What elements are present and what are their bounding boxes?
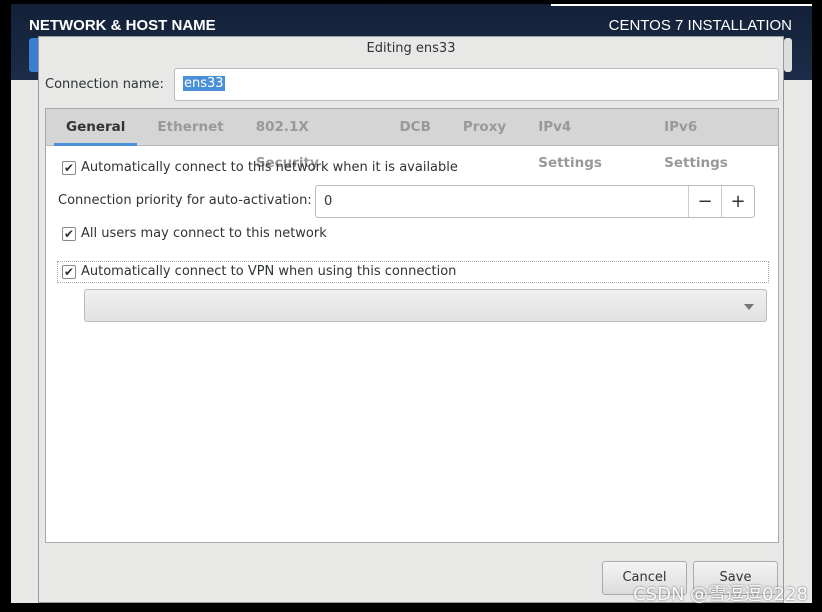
priority-value[interactable]: 0	[316, 186, 688, 217]
tab-general[interactable]: General	[54, 109, 138, 146]
auto-vpn-label: Automatically connect to VPN when using …	[81, 264, 457, 279]
vpn-select[interactable]	[84, 289, 767, 322]
settings-notebook: General Ethernet 802.1X Security DCB Pro…	[45, 108, 779, 543]
all-users-checkbox[interactable]: ✔ All users may connect to this network	[62, 226, 327, 241]
header-divider	[551, 4, 812, 6]
connection-name-label: Connection name:	[45, 77, 164, 92]
checkmark-icon: ✔	[62, 264, 76, 279]
connection-name-input[interactable]: ens33	[174, 68, 779, 101]
priority-spinbutton[interactable]: 0 − +	[315, 185, 755, 218]
tab-dcb[interactable]: DCB	[387, 109, 442, 145]
auto-vpn-checkbox[interactable]: ✔ Automatically connect to VPN when usin…	[62, 264, 456, 279]
checkmark-icon: ✔	[62, 160, 76, 175]
edit-connection-dialog: Editing ens33 Connection name: ens33 Gen…	[38, 36, 784, 603]
tab-ethernet[interactable]: Ethernet	[145, 109, 235, 145]
auto-connect-label: Automatically connect to this network wh…	[81, 160, 458, 175]
tab-bar: General Ethernet 802.1X Security DCB Pro…	[46, 109, 778, 171]
increment-button[interactable]: +	[721, 186, 754, 217]
watermark: CSDN @雪逗逗0228	[633, 584, 808, 605]
tab-proxy[interactable]: Proxy	[451, 109, 518, 145]
checkmark-icon: ✔	[62, 226, 76, 241]
tab-ipv4-settings[interactable]: IPv4 Settings	[526, 109, 644, 171]
connection-name-value: ens33	[183, 76, 225, 91]
tab-ipv6-settings[interactable]: IPv6 Settings	[652, 109, 770, 171]
dropdown-arrow-icon	[744, 304, 754, 315]
auto-connect-checkbox[interactable]: ✔ Automatically connect to this network …	[62, 160, 458, 175]
decrement-button[interactable]: −	[688, 186, 721, 217]
all-users-label: All users may connect to this network	[81, 226, 327, 241]
priority-label: Connection priority for auto-activation:	[58, 193, 312, 208]
tab-8021x-security[interactable]: 802.1X Security	[244, 109, 380, 171]
product-title: CENTOS 7 INSTALLATION	[608, 17, 792, 34]
page-title: NETWORK & HOST NAME	[29, 17, 216, 34]
installer-screen: NETWORK & HOST NAME CENTOS 7 INSTALLATIO…	[11, 4, 812, 603]
dialog-title: Editing ens33	[366, 41, 456, 56]
keyboard-button[interactable]	[784, 38, 792, 72]
